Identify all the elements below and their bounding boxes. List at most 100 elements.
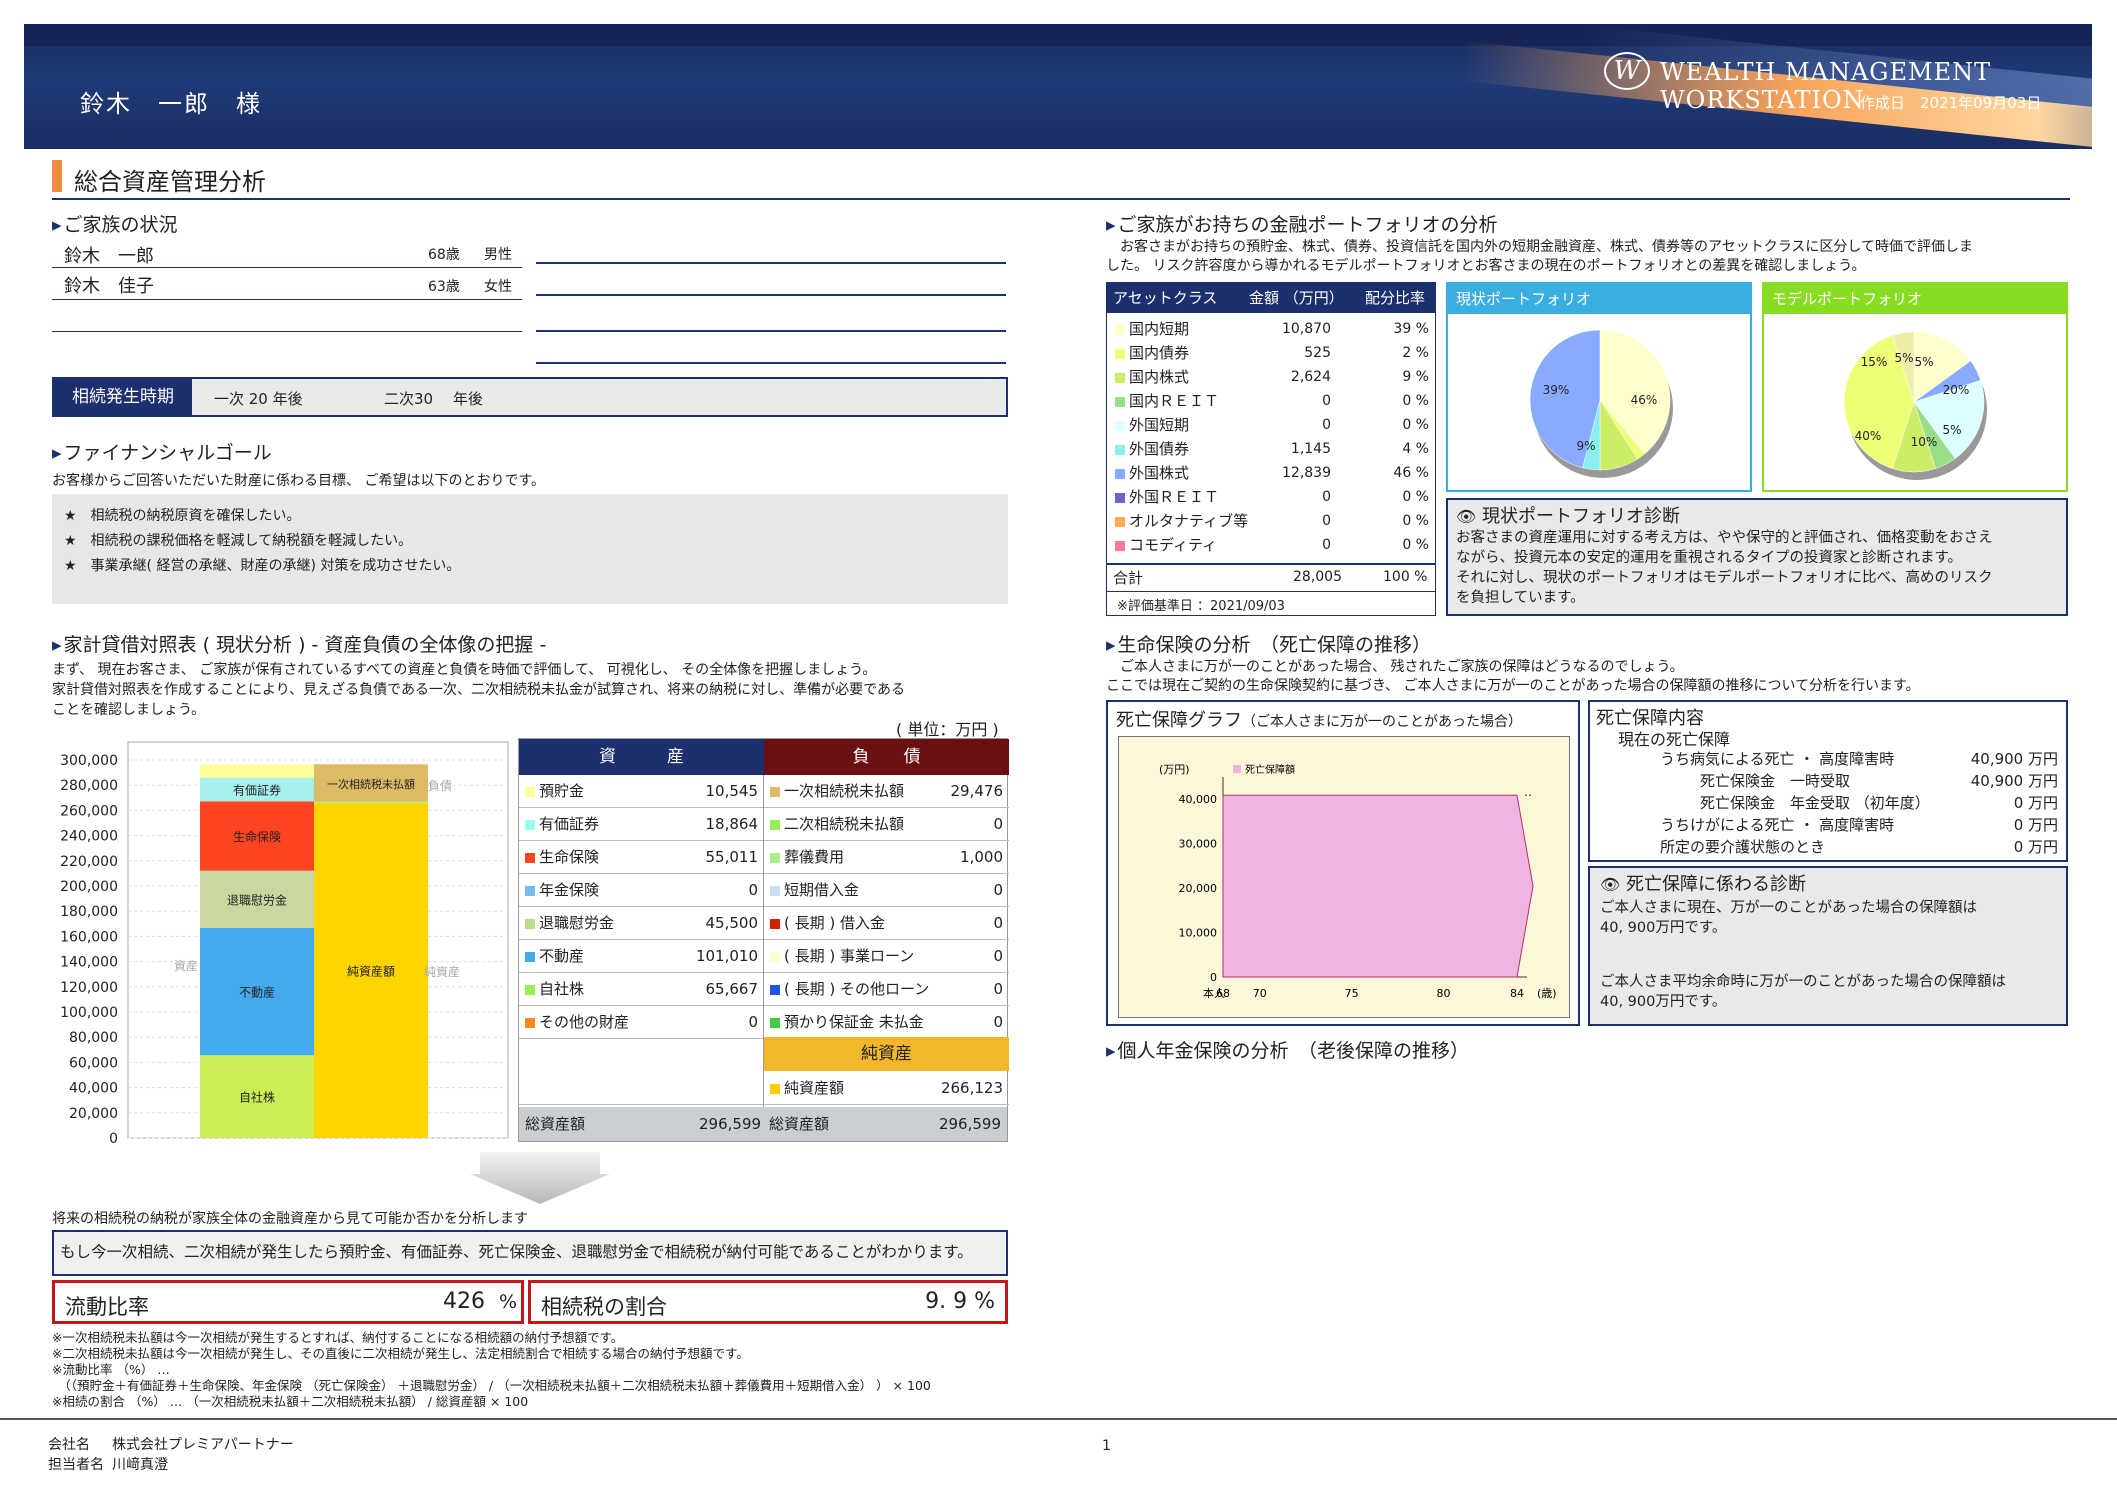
family-rule bbox=[536, 294, 1006, 296]
asset-class-amount: 0 bbox=[1322, 417, 1331, 433]
asset-class-pct: 0 % bbox=[1402, 513, 1429, 529]
balance-row: ( 長期 ) 事業ローン 0 bbox=[764, 940, 1009, 973]
assets-header: 資 産 bbox=[519, 739, 764, 775]
portfolio-table-header: アセットクラス 金額 （万円） 配分比率 bbox=[1107, 283, 1435, 313]
row-value: 0 bbox=[993, 947, 1003, 965]
row-value: 18,864 bbox=[705, 815, 759, 833]
row-value: 65,667 bbox=[705, 980, 759, 998]
row-label: 預貯金 bbox=[539, 782, 585, 800]
balance-section-title: 家計貸借対照表 ( 現状分析 ) - 資産負債の全体像の把握 - bbox=[52, 630, 547, 657]
tax-ratio-box: 相続税の割合 9. 9 % bbox=[528, 1280, 1008, 1324]
current-portfolio-panel: 現状ポートフォリオ 39% 9% 46% bbox=[1446, 282, 1752, 492]
asset-class-amount: 2,624 bbox=[1290, 369, 1331, 385]
y-tick-label: 280,000 bbox=[60, 778, 118, 794]
goal-item: ★ 相続税の課税価格を軽減して納税額を軽減したい。 bbox=[64, 533, 413, 549]
pie-data-label: 5% bbox=[1914, 355, 1933, 369]
row-value: 29,476 bbox=[950, 782, 1004, 800]
footnotes: ※一次相続税未払額は今一次相続が発生するとすれば、納付することになる相続額の納付… bbox=[52, 1330, 1032, 1410]
y-tick-label: 240,000 bbox=[60, 829, 118, 845]
row-swatch bbox=[770, 951, 780, 962]
y-tick-label: 200,000 bbox=[60, 879, 118, 895]
tax-ratio-label: 相続税の割合 bbox=[541, 1295, 667, 1319]
row-label: 預かり保証金 未払金 bbox=[784, 1013, 924, 1031]
legend-swatch bbox=[1233, 765, 1241, 773]
footnote: ※流動比率 （%） … bbox=[52, 1362, 170, 1377]
total-assets-label: 総資産額 bbox=[525, 1115, 586, 1133]
row-swatch bbox=[770, 885, 780, 896]
liabilities-header: 負 債 bbox=[764, 739, 1009, 775]
death-coverage-panel: 死亡保障内容 現在の死亡保障 うち病気による死亡 ・ 高度障害時 40,900 万… bbox=[1588, 700, 2068, 862]
coverage-label: 死亡保険金 一時受取 bbox=[1700, 772, 1851, 790]
row-swatch bbox=[770, 984, 780, 995]
balance-row: 一次相続税未払額 29,476 bbox=[764, 775, 1009, 808]
net-assets-header: 純資産 bbox=[764, 1037, 1009, 1071]
goal-item: ★ 事業承継( 経営の承継、財産の承継) 対策を成功させたい。 bbox=[64, 558, 461, 574]
row-swatch bbox=[525, 852, 535, 863]
row-label: ( 長期 ) 借入金 bbox=[784, 914, 886, 932]
bar-segment-label: 一次相続税未払額 bbox=[327, 777, 415, 791]
death-graph-panel: 死亡保障グラフ（ご本人さまに万が一のことがあった場合） (万円) 死亡保障額 40,… bbox=[1106, 700, 1580, 1026]
coverage-label: 死亡保険金 年金受取 （初年度） bbox=[1700, 794, 1930, 812]
tax-ratio-value: 9. 9 % bbox=[925, 1289, 995, 1314]
asset-class-amount: 0 bbox=[1322, 537, 1331, 553]
coverage-item: 死亡保険金 一時受取 40,900 万円 bbox=[1590, 770, 2066, 792]
y-tick-label: 20,000 bbox=[69, 1106, 118, 1122]
y-tick-label: 160,000 bbox=[60, 929, 118, 945]
conclusion-box: もし今一次相続、二次相続が発生したら預貯金、有価証券、死亡保険金、退職慰労金で相… bbox=[52, 1230, 1008, 1276]
balance-chart-svg: 300,000 280,000 260,000 240,000 220,000 200,0… bbox=[60, 741, 509, 1147]
family-row: 鈴木 佳子 63歳 女性 bbox=[52, 268, 522, 300]
asset-class-swatch bbox=[1115, 324, 1125, 335]
row-value: 10,545 bbox=[705, 782, 759, 800]
row-swatch bbox=[525, 918, 535, 929]
assets-list: 預貯金 10,545 有価証券 18,864 生命保険 55,011 年金保険 0 退職慰労金 4… bbox=[519, 775, 764, 1039]
death-graph-title: 死亡保障グラフ（ご本人さまに万が一のことがあった場合） bbox=[1116, 710, 1522, 731]
asset-class-pct: 0 % bbox=[1402, 393, 1429, 409]
diagnosis-eye-icon: 👁 bbox=[1600, 875, 1621, 894]
portfolio-row: 国内ＲＥＩＴ 0 0 % bbox=[1107, 389, 1435, 413]
portfolio-section-title: ご家族がお持ちの金融ポートフォリオの分析 bbox=[1106, 210, 1498, 237]
balance-row: その他の財産 0 bbox=[519, 1006, 764, 1039]
y-tick-label: 180,000 bbox=[60, 904, 118, 920]
pie-data-label: 10% bbox=[1911, 435, 1938, 449]
total-assets-value-right: 296,599 bbox=[938, 1115, 1001, 1133]
coverage-item: うちけがによる死亡 ・ 高度障害時 0 万円 bbox=[1590, 814, 2066, 836]
current-portfolio-title: 現状ポートフォリオ bbox=[1448, 284, 1750, 314]
row-label: 不動産 bbox=[539, 947, 585, 965]
model-portfolio-pie: 15% 5% 5%20%5%10%40% bbox=[1843, 331, 1987, 480]
portfolio-row: コモディティ 0 0 % bbox=[1107, 533, 1435, 557]
asset-class-amount: 12,839 bbox=[1282, 465, 1331, 481]
goals-section-title: ファイナンシャルゴール bbox=[52, 438, 272, 465]
stack-side-label: 負債 bbox=[428, 778, 452, 793]
row-value: 0 bbox=[993, 815, 1003, 833]
coverage-item: 死亡保険金 年金受取 （初年度） 0 万円 bbox=[1590, 792, 2066, 814]
model-portfolio-panel: モデルポートフォリオ 15% 5% 5% 20% 5% 10% 40% bbox=[1762, 282, 2068, 492]
asset-class-swatch bbox=[1115, 372, 1125, 383]
coverage-value: 40,900 万円 bbox=[1970, 750, 2058, 768]
portfolio-rows: 国内短期 10,870 39 % 国内債券 525 2 % 国内株式 2,624 9 % 国内ＲＥ… bbox=[1107, 317, 1435, 557]
blank-cell bbox=[519, 1071, 764, 1105]
asset-class-swatch bbox=[1115, 420, 1125, 431]
goal-item: ★ 相続税の納税原資を確保したい。 bbox=[64, 508, 301, 524]
row-swatch bbox=[770, 1017, 780, 1028]
person-label: 担当者名 bbox=[48, 1457, 104, 1473]
asset-class-pct: 9 % bbox=[1402, 369, 1429, 385]
y-tick-label: 120,000 bbox=[60, 980, 118, 996]
death-diagnosis-text: ご本人さまに現在、万が一のことがあった場合の保障額は 40, 900万円です。 bbox=[1600, 900, 1977, 936]
asset-class-pct: 0 % bbox=[1402, 417, 1429, 433]
pension-section-title: 個人年金保険の分析 （老後保障の推移） bbox=[1106, 1036, 1470, 1063]
asset-class-pct: 46 % bbox=[1393, 465, 1429, 481]
inheritance-label: 相続発生時期 bbox=[54, 379, 192, 415]
total-assets-row: 総資産額 296,599 総資産額 296,599 bbox=[519, 1107, 1007, 1141]
person-row: 担当者名 川﨑真澄 bbox=[48, 1454, 168, 1474]
bar-segment-label: 退職慰労金 bbox=[227, 892, 287, 907]
net-assets-swatch bbox=[770, 1083, 780, 1094]
stack-side-label: 資産 bbox=[174, 958, 198, 973]
death-graph-area: (万円) 死亡保障額 40,000 30,000 20,000 10,000 0 本人 68 70… bbox=[1118, 736, 1570, 1018]
portfolio-diagnosis-text: お客さまの資産運用に対する考え方は、やや保守的と評価され、価格変動をおさえ なが… bbox=[1456, 530, 1993, 606]
portfolio-row: オルタナティブ等 0 0 % bbox=[1107, 509, 1435, 533]
pie-data-label: 5% bbox=[1894, 351, 1913, 365]
balance-row: 退職慰労金 45,500 bbox=[519, 907, 764, 940]
inheritance-first: 一次 20 年後 bbox=[214, 390, 303, 408]
member-age: 63歳 bbox=[428, 279, 460, 295]
y-tick-label: 100,000 bbox=[60, 1005, 118, 1021]
